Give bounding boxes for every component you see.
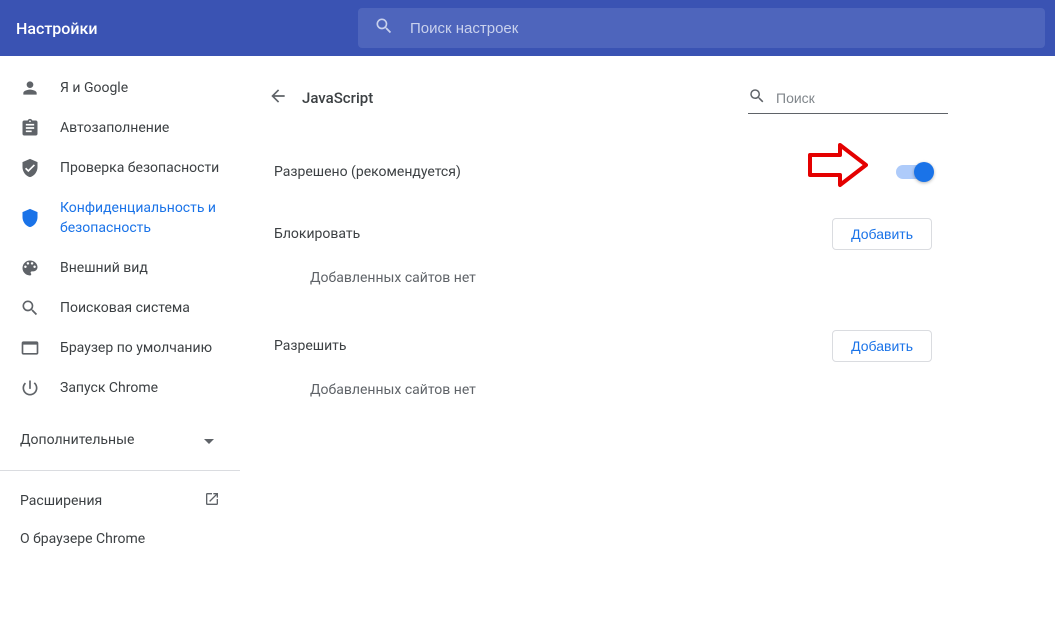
javascript-allowed-toggle[interactable]	[896, 165, 932, 179]
app-header: Настройки	[0, 0, 1055, 56]
settings-search-input[interactable]	[410, 20, 1029, 37]
search-icon	[374, 16, 410, 40]
header-search-wrap	[358, 8, 1045, 48]
arrow-back-icon	[268, 86, 288, 110]
allow-add-button[interactable]: Добавить	[832, 330, 932, 362]
chevron-down-icon	[204, 432, 214, 448]
settings-card: JavaScript Разрешено (рекомендуется) Бл	[258, 70, 948, 418]
person-icon	[20, 78, 40, 98]
sidebar-advanced-toggle[interactable]: Дополнительные	[0, 420, 240, 460]
page-search-input[interactable]	[776, 90, 957, 106]
block-add-button[interactable]: Добавить	[832, 218, 932, 250]
settings-search[interactable]	[358, 8, 1045, 48]
sidebar-item-label: Конфиденциальность и безопасность	[60, 198, 220, 238]
sidebar-item-label: Запуск Chrome	[60, 378, 220, 398]
palette-icon	[20, 258, 40, 278]
sidebar-about-chrome[interactable]: О браузере Chrome	[0, 521, 240, 557]
allow-empty-message: Добавленных сайтов нет	[274, 362, 932, 418]
sidebar-item-label: Внешний вид	[60, 258, 220, 278]
sidebar-about-label: О браузере Chrome	[20, 531, 145, 547]
sidebar-item-label: Я и Google	[60, 78, 220, 98]
sidebar-item-you-and-google[interactable]: Я и Google	[0, 68, 240, 108]
breadcrumb: JavaScript	[302, 89, 373, 107]
sidebar-item-label: Проверка безопасности	[60, 158, 220, 178]
allow-section-head: Разрешить Добавить	[274, 330, 932, 362]
sidebar-extensions-label: Расширения	[20, 493, 102, 509]
layout: Я и Google Автозаполнение Проверка безоп…	[0, 56, 1055, 619]
power-icon	[20, 378, 40, 398]
sidebar-item-label: Браузер по умолчанию	[60, 338, 220, 358]
page-search[interactable]	[748, 83, 948, 114]
shield-icon	[20, 208, 40, 228]
annotation-arrow	[808, 141, 868, 193]
block-section-title: Блокировать	[274, 226, 360, 242]
allowed-toggle-row: Разрешено (рекомендуется)	[258, 150, 948, 194]
app-title: Настройки	[0, 19, 358, 38]
sidebar-advanced-label: Дополнительные	[20, 432, 134, 448]
divider	[0, 470, 240, 471]
search-icon	[20, 298, 40, 318]
open-external-icon	[204, 491, 220, 511]
sidebar-item-autofill[interactable]: Автозаполнение	[0, 108, 240, 148]
sidebar-item-privacy-security[interactable]: Конфиденциальность и безопасность	[0, 188, 240, 248]
block-empty-message: Добавленных сайтов нет	[274, 250, 932, 306]
sidebar-extensions[interactable]: Расширения	[0, 481, 240, 521]
clipboard-icon	[20, 118, 40, 138]
block-section: Блокировать Добавить Добавленных сайтов …	[258, 204, 948, 306]
sidebar-item-label: Автозаполнение	[60, 118, 220, 138]
main-content: JavaScript Разрешено (рекомендуется) Бл	[240, 56, 1055, 619]
card-header: JavaScript	[258, 70, 948, 126]
back-button[interactable]	[258, 78, 298, 118]
allow-section-title: Разрешить	[274, 338, 347, 354]
sidebar-item-label: Поисковая система	[60, 298, 220, 318]
allowed-label: Разрешено (рекомендуется)	[274, 164, 461, 180]
sidebar: Я и Google Автозаполнение Проверка безоп…	[0, 56, 240, 619]
sidebar-item-search-engine[interactable]: Поисковая система	[0, 288, 240, 328]
allow-section: Разрешить Добавить Добавленных сайтов не…	[258, 316, 948, 418]
sidebar-item-appearance[interactable]: Внешний вид	[0, 248, 240, 288]
sidebar-item-on-startup[interactable]: Запуск Chrome	[0, 368, 240, 408]
browser-icon	[20, 338, 40, 358]
shield-check-icon	[20, 158, 40, 178]
search-icon	[748, 87, 776, 109]
sidebar-item-safety-check[interactable]: Проверка безопасности	[0, 148, 240, 188]
block-section-head: Блокировать Добавить	[274, 218, 932, 250]
sidebar-item-default-browser[interactable]: Браузер по умолчанию	[0, 328, 240, 368]
